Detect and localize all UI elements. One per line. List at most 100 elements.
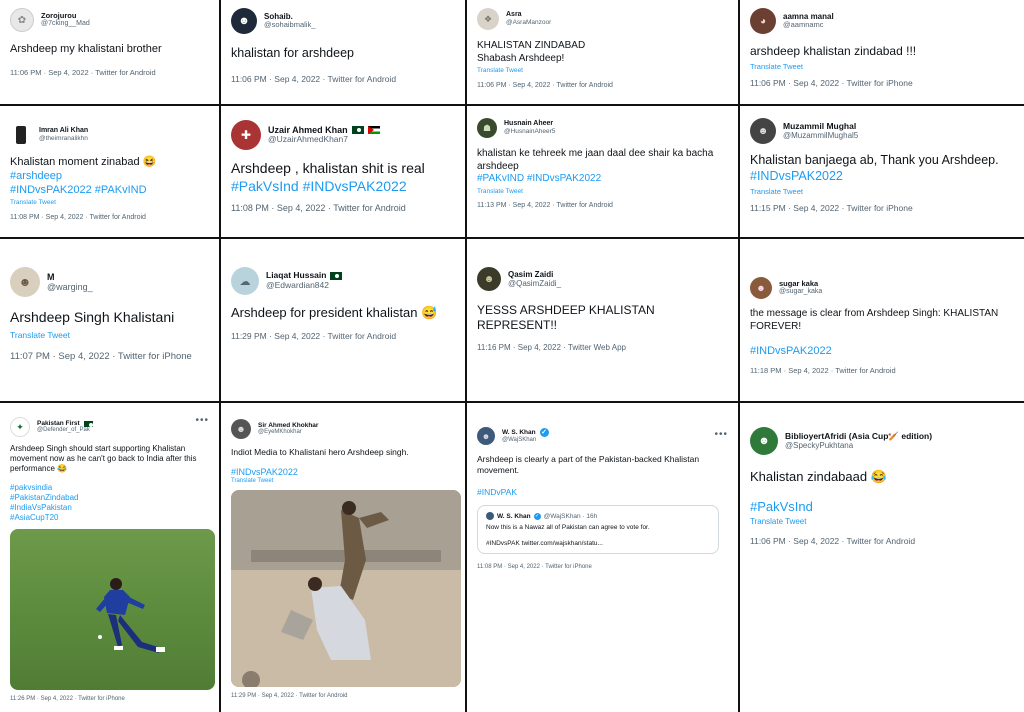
avatar[interactable] [10,124,32,146]
tweet-card[interactable]: ••• ✦ Pakistan First @Defender_of_Pak Ar… [0,403,219,712]
translate-link[interactable]: Translate Tweet [10,330,209,340]
handle[interactable]: @warging_ [47,282,93,292]
handle[interactable]: @UzairAhmedKhan7 [268,135,380,145]
tweet-meta[interactable]: 11:06 PM · Sep 4, 2022 · Twitter for And… [750,536,1014,546]
display-name[interactable]: Imran Ali Khan [39,127,88,135]
hashtags[interactable]: #PAKvIND #INDvsPAK2022 [477,173,601,184]
avatar[interactable]: ✿ [10,8,34,32]
hashtags[interactable]: #INDvsPAK2022 [750,169,843,183]
tweet-card[interactable]: ☻ Sohaib. @sohaibmalik_ khalistan for ar… [221,0,465,104]
handle[interactable]: @aamnamc [783,21,834,30]
avatar[interactable]: ☁ [231,267,259,295]
translate-link[interactable]: Translate Tweet [231,478,455,484]
translate-link[interactable]: Translate Tweet [10,199,209,206]
display-name[interactable]: BiblioyertAfridi (Asia Cup🏏 edition) [785,431,932,442]
tweet-meta[interactable]: 11:08 PM · Sep 4, 2022 · Twitter for And… [231,203,455,213]
quoted-link[interactable]: #INDvsPAK twitter.com/wajskhan/statu... [486,540,710,547]
quoted-tweet[interactable]: W. S. Khan ✓ @WajSKhan · 16h Now this is… [477,505,719,555]
display-name[interactable]: Muzammil Mughal [783,121,858,132]
hashtags[interactable]: #INDvsPAK2022 [750,345,1014,357]
avatar[interactable]: ✦ [10,417,30,437]
tweet-card[interactable]: ✚ Uzair Ahmed Khan @UzairAhmedKhan7 Arsh… [221,106,465,237]
tweet-meta[interactable]: 11:08 PM · Sep 4, 2022 · Twitter for And… [10,214,209,221]
quoted-display-name[interactable]: W. S. Khan [497,513,531,520]
more-dots-icon[interactable]: ••• [195,415,209,426]
avatar[interactable]: ☗ [477,118,497,138]
translate-link[interactable]: Translate Tweet [750,62,1014,71]
avatar[interactable]: ☻ [750,118,776,144]
translate-link[interactable]: Translate Tweet [477,188,728,195]
tweet-card[interactable]: ☻ Muzammil Mughal @MuzammilMughal5 Khali… [740,106,1024,237]
tweet-meta[interactable]: 11:13 PM · Sep 4, 2022 · Twitter for And… [477,202,728,209]
hashtags[interactable]: #PakVsInd #INDvsPAK2022 [231,178,407,194]
tweet-meta[interactable]: 11:07 PM · Sep 4, 2022 · Twitter for iPh… [10,351,209,362]
more-dots-icon[interactable]: ••• [714,429,728,440]
tweet-meta[interactable]: 11:18 PM · Sep 4, 2022 · Twitter for And… [750,366,1014,375]
tweet-meta[interactable]: 11:15 PM · Sep 4, 2022 · Twitter for iPh… [750,203,1014,213]
translate-link[interactable]: Translate Tweet [477,67,728,74]
display-name[interactable]: Pakistan First [37,420,93,427]
handle[interactable]: @Edwardian842 [266,280,342,291]
handle[interactable]: @Defender_of_Pak [37,427,93,434]
handle[interactable]: @AsraManzoor [506,19,551,26]
tweet-meta[interactable]: 11:08 PM · Sep 4, 2022 · Twitter for iPh… [477,564,728,570]
handle[interactable]: @SpeckyPukhtana [785,441,932,450]
tweet-meta[interactable]: 11:06 PM · Sep 4, 2022 · Twitter for iPh… [750,78,1014,88]
translate-link[interactable]: Translate Tweet [750,517,1014,526]
avatar[interactable]: ☻ [477,427,495,445]
tweet-card[interactable]: ✿ Zorojurou @7cking__Mad Arshdeep my kha… [0,0,219,104]
display-name[interactable]: sugar kaka [779,279,822,289]
tweet-card[interactable]: ☻ BiblioyertAfridi (Asia Cup🏏 edition) @… [740,403,1024,712]
handle[interactable]: @theimranalikhn [39,135,88,142]
display-name[interactable]: W. S. Khan ✓ [502,428,549,438]
tweet-card[interactable]: ☻ M @warging_ Arshdeep Singh Khalistani … [0,239,219,401]
tweet-meta[interactable]: 11:06 PM · Sep 4, 2022 · Twitter for And… [231,74,455,84]
tweet-photo[interactable] [231,489,461,687]
handle[interactable]: @EyeMKhokhar [258,429,318,436]
avatar[interactable]: ☻ [750,427,778,455]
avatar[interactable]: ☻ [231,419,251,439]
tweet-meta[interactable]: 11:06 PM · Sep 4, 2022 · Twitter for And… [10,68,209,77]
hashtags[interactable]: #pakvsindia #PakistanZindabad #IndiaVsPa… [10,483,209,523]
tweet-card[interactable]: ❖ Asra @AsraManzoor KHALISTAN ZINDABAD S… [467,0,738,104]
tweet-card[interactable]: ☗ Husnain Aheer @HusnainAheer5 khalistan… [467,106,738,237]
tweet-meta[interactable]: 11:16 PM · Sep 4, 2022 · Twitter Web App [477,343,728,352]
tweet-card[interactable]: ••• ☻ W. S. Khan ✓ @WajSKhan Arshdeep is … [467,403,738,712]
handle[interactable]: @WajSKhan [502,437,549,444]
avatar[interactable]: ❖ [477,8,499,30]
avatar[interactable]: ◕ [750,8,776,34]
hashtags[interactable]: #arshdeep #INDvsPAK2022 #PAKvIND [10,170,147,196]
tweet-card[interactable]: ☻ sugar kaka @sugar_kaka the message is … [740,239,1024,401]
avatar[interactable]: ☻ [750,277,772,299]
tweet-meta[interactable]: 11:29 PM · Sep 4, 2022 · Twitter for And… [231,331,455,341]
tweet-card[interactable]: ☻ Qasim Zaidi @QasimZaidi_ YESSS ARSHDEE… [467,239,738,401]
handle[interactable]: @sohaibmalik_ [264,21,315,30]
hashtags[interactable]: #INDvsPAK2022 [231,467,455,477]
translate-link[interactable]: Translate Tweet [750,187,1014,196]
avatar[interactable]: ☻ [10,267,40,297]
tweet-card[interactable]: ☻ Sir Ahmed Khokhar @EyeMKhokhar Indiot … [221,403,465,712]
handle[interactable]: @sugar_kaka [779,288,822,296]
hashtags[interactable]: #INDvPAK [477,487,728,497]
avatar[interactable]: ✚ [231,120,261,150]
handle[interactable]: @7cking__Mad [41,20,90,28]
tweet-meta[interactable]: 11:26 PM · Sep 4, 2022 · Twitter for iPh… [10,696,209,702]
handle[interactable]: @QasimZaidi_ [508,279,561,288]
avatar[interactable] [486,512,494,521]
display-name[interactable]: Sir Ahmed Khokhar [258,422,318,429]
tweet-card[interactable]: ◕ aamna manal @aamnamc arshdeep khalista… [740,0,1024,104]
display-name[interactable]: Husnain Aheer [504,120,555,128]
hashtags[interactable]: #PakVsInd [750,499,1014,514]
avatar[interactable]: ☻ [231,8,257,34]
handle[interactable]: @MuzammilMughal5 [783,131,858,140]
avatar[interactable]: ☻ [477,267,501,291]
tweet-photo[interactable] [10,529,215,690]
quoted-handle[interactable]: @WajSKhan · 16h [544,513,598,520]
display-name[interactable]: Asra [506,11,551,19]
tweet-meta[interactable]: 11:06 PM · Sep 4, 2022 · Twitter for And… [477,82,728,89]
tweet-card[interactable]: Imran Ali Khan @theimranalikhn Khalistan… [0,106,219,237]
tweet-meta[interactable]: 11:29 PM · Sep 4, 2022 · Twitter for And… [231,693,455,699]
tweet-card[interactable]: ☁ Liaqat Hussain @Edwardian842 Arshdeep … [221,239,465,401]
handle[interactable]: @HusnainAheer5 [504,128,555,135]
display-name[interactable]: Qasim Zaidi [508,270,561,279]
